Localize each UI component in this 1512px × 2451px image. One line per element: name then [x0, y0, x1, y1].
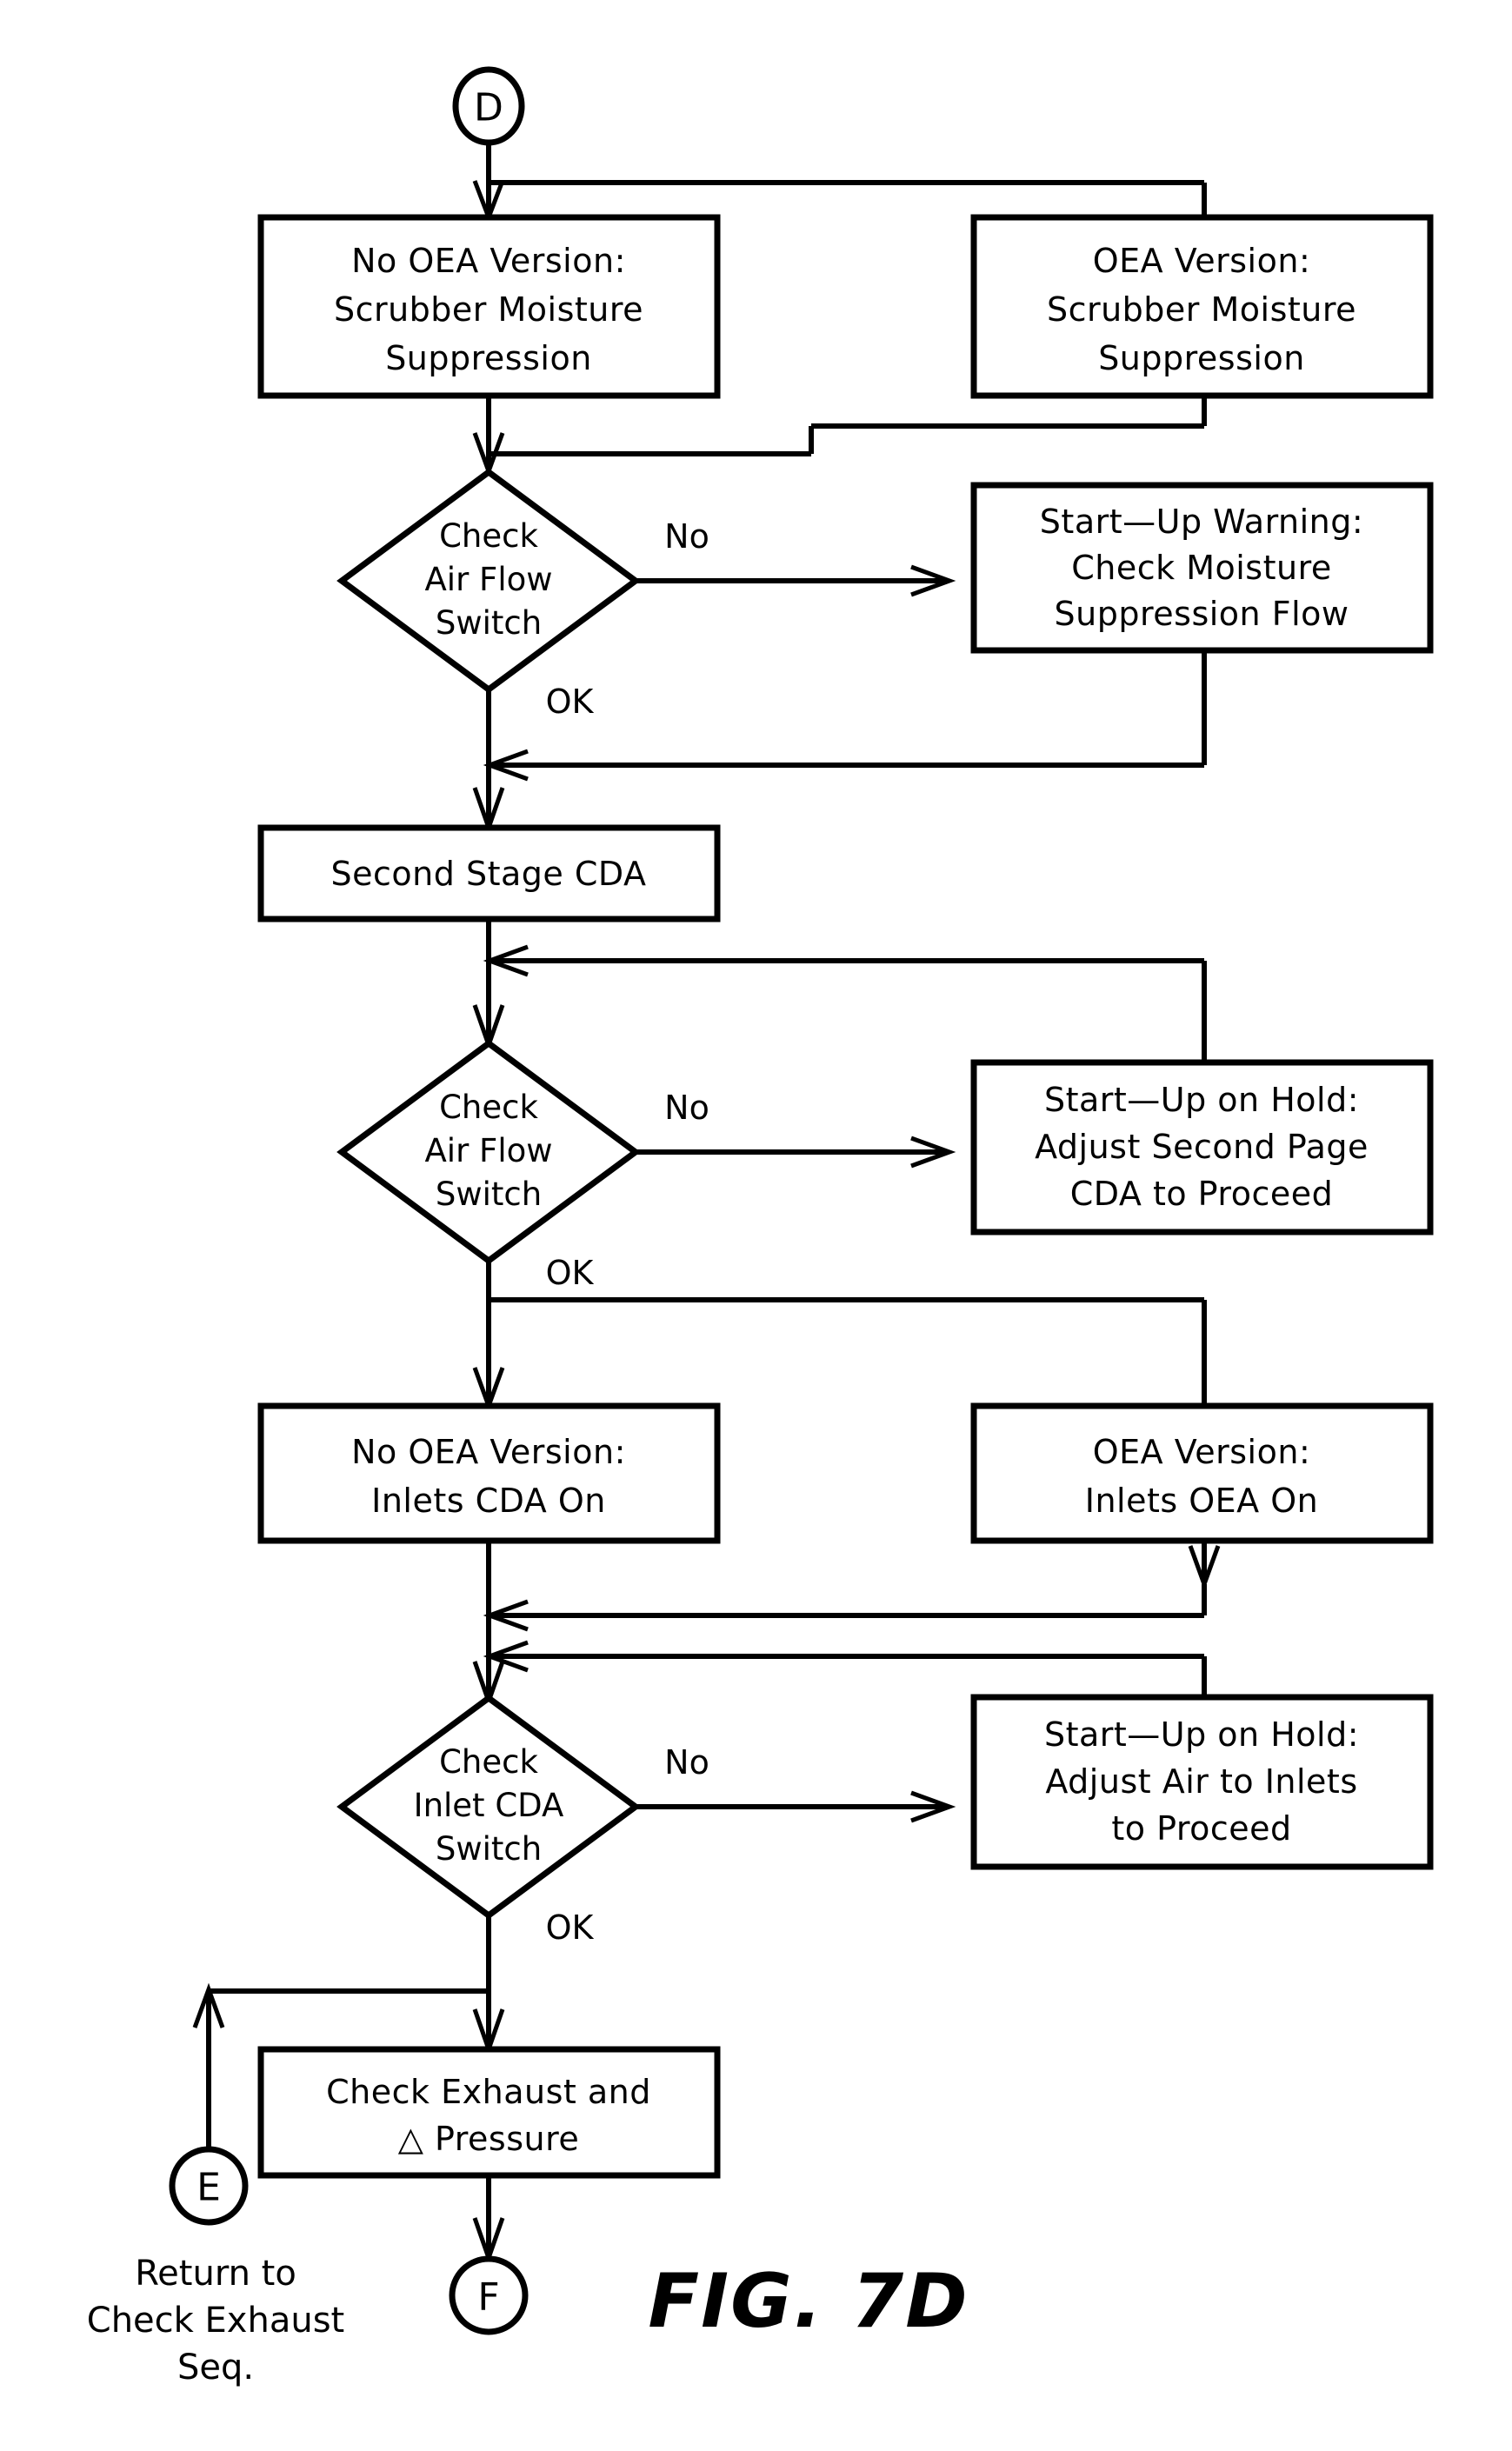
box-line-1: Start—Up on Hold: — [1044, 1715, 1359, 1754]
box-line-1: No OEA Version: — [351, 1433, 626, 1471]
box-line-2: Adjust Air to Inlets — [1045, 1762, 1357, 1801]
connector-label-f: F — [477, 2275, 499, 2320]
node-no-oea-scrubber-moisture[interactable]: No OEA Version: Scrubber Moisture Suppre… — [257, 214, 721, 399]
return-note-line-3: Seq. — [177, 2348, 254, 2388]
node-check-air-flow-switch-1[interactable]: Check Air Flow Switch — [336, 468, 641, 694]
box-line-3: Suppression Flow — [1055, 595, 1349, 633]
node-startup-hold-air-to-inlets[interactable]: Start—Up on Hold: Adjust Air to Inlets t… — [970, 1694, 1434, 1870]
node-oea-scrubber-moisture[interactable]: OEA Version: Scrubber Moisture Suppressi… — [970, 214, 1434, 399]
edge-label-d2-no: No — [664, 1089, 709, 1127]
box-line-2: Inlets OEA On — [1085, 1482, 1319, 1520]
node-check-air-flow-switch-2[interactable]: Check Air Flow Switch — [336, 1039, 641, 1265]
node-startup-hold-second-page-cda[interactable]: Start—Up on Hold: Adjust Second Page CDA… — [970, 1059, 1434, 1235]
diamond-line-2: Air Flow — [424, 1132, 552, 1169]
node-check-inlet-cda-switch[interactable]: Check Inlet CDA Switch — [336, 1694, 641, 1920]
diamond-line-3: Switch — [436, 1830, 542, 1868]
edge-label-d3-ok: OK — [546, 1908, 595, 1947]
connector-label-d: D — [474, 86, 503, 130]
box-no-oea-inlets-cda-on — [257, 1402, 721, 1544]
box-line-1: Start—Up on Hold: — [1044, 1081, 1359, 1119]
box-line-3: to Proceed — [1111, 1809, 1291, 1848]
box-oea-inlets-oea-on — [970, 1402, 1434, 1544]
return-note-line-1: Return to — [135, 2254, 296, 2294]
edge-label-d1-no: No — [664, 517, 709, 556]
box-line-3: Suppression — [385, 339, 592, 377]
figure-7d-root: D No OEA Version: Scrubber Moisture Supp… — [0, 0, 1512, 2451]
box-line-2: Check Moisture — [1071, 549, 1332, 587]
diamond-line-1: Check — [439, 1089, 538, 1126]
flowchart-diagram: D No OEA Version: Scrubber Moisture Supp… — [0, 0, 1512, 2451]
box-line-1: OEA Version: — [1093, 1433, 1311, 1471]
box-line-1: Second Stage CDA — [331, 855, 647, 893]
box-line-1: OEA Version: — [1093, 242, 1311, 280]
exit-connector-e[interactable]: E — [169, 2146, 249, 2226]
entry-connector-d[interactable]: D — [452, 66, 525, 146]
node-startup-warning-moisture[interactable]: Start—Up Warning: Check Moisture Suppres… — [970, 482, 1434, 654]
node-no-oea-inlets-cda-on[interactable]: No OEA Version: Inlets CDA On — [257, 1402, 721, 1544]
diamond-line-3: Switch — [436, 1176, 542, 1213]
box-line-2: Scrubber Moisture — [334, 290, 643, 329]
node-oea-inlets-oea-on[interactable]: OEA Version: Inlets OEA On — [970, 1402, 1434, 1544]
box-line-2: Adjust Second Page — [1035, 1128, 1369, 1166]
edge-label-d3-no: No — [664, 1743, 709, 1782]
node-check-exhaust-and-pressure[interactable]: Check Exhaust and △ Pressure — [257, 2046, 721, 2179]
return-note-line-2: Check Exhaust — [87, 2301, 344, 2341]
box-line-3: CDA to Proceed — [1070, 1175, 1333, 1213]
exit-connector-f[interactable]: F — [449, 2255, 529, 2335]
figure-label: FIG. 7D — [648, 2258, 969, 2345]
diamond-line-2: Air Flow — [424, 561, 552, 598]
box-line-3: Suppression — [1098, 339, 1305, 377]
box-line-2: Inlets CDA On — [371, 1482, 606, 1520]
box-line-2: △ Pressure — [398, 2120, 580, 2158]
diamond-line-3: Switch — [436, 604, 542, 642]
box-line-1: No OEA Version: — [351, 242, 626, 280]
diamond-line-1: Check — [439, 517, 538, 555]
edge-label-d2-ok: OK — [546, 1254, 595, 1292]
return-note: Return to Check Exhaust Seq. — [87, 2254, 344, 2388]
box-line-2: Scrubber Moisture — [1047, 290, 1356, 329]
diamond-line-2: Inlet CDA — [414, 1787, 564, 1824]
diamond-line-1: Check — [439, 1743, 538, 1781]
node-second-stage-cda[interactable]: Second Stage CDA — [257, 824, 721, 922]
box-line-1: Check Exhaust and — [326, 2073, 651, 2111]
box-line-1: Start—Up Warning: — [1040, 503, 1363, 541]
connector-label-e: E — [196, 2166, 221, 2210]
edge-label-d1-ok: OK — [546, 683, 595, 721]
